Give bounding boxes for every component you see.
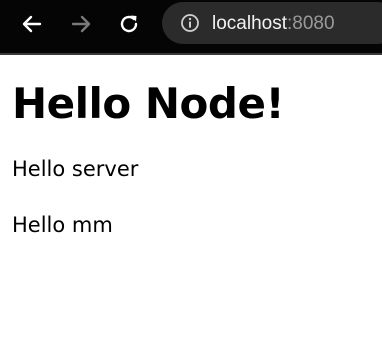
arrow-right-icon <box>71 15 91 33</box>
back-button[interactable] <box>17 9 47 39</box>
arrow-left-icon <box>22 15 42 33</box>
paragraph-server: Hello server <box>12 157 139 181</box>
page-heading: Hello Node! <box>12 79 285 128</box>
page-content: Hello Node! Hello server Hello mm <box>12 62 382 238</box>
paragraph-mm: Hello mm <box>12 213 113 237</box>
address-bar[interactable]: localhost:8080 <box>162 2 382 44</box>
info-icon[interactable] <box>180 13 200 33</box>
reload-button[interactable] <box>114 9 144 39</box>
url-port: :8080 <box>287 12 335 34</box>
forward-button[interactable] <box>66 9 96 39</box>
reload-icon <box>120 15 138 33</box>
url-text[interactable]: localhost:8080 <box>212 14 335 33</box>
browser-toolbar: localhost:8080 <box>0 0 382 55</box>
url-host: localhost <box>212 12 287 34</box>
